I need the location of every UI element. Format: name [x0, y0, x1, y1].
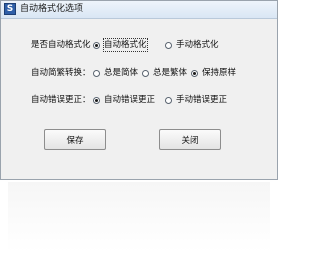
radio-label: 自动错误更正 [104, 95, 156, 105]
radio-manual-correct[interactable]: 手动错误更正 [165, 94, 227, 106]
radio-always-traditional[interactable]: 总是繁体 [142, 67, 187, 79]
label-auto-format: 是否自动格式化 [31, 40, 91, 50]
radio-label: 手动错误更正 [176, 95, 228, 105]
radio-manual-format[interactable]: 手动格式化 [165, 39, 219, 51]
radio-circle [93, 96, 100, 104]
radio-auto-format[interactable]: 自动格式化 [93, 38, 148, 52]
window-title: 自动格式化选项 [20, 4, 84, 14]
radio-label: 手动格式化 [176, 40, 219, 50]
label-auto-correct: 自动错误更正： [31, 95, 91, 105]
close-button[interactable]: 关闭 [159, 129, 221, 150]
radio-circle [142, 69, 149, 77]
radio-auto-correct[interactable]: 自动错误更正 [93, 94, 155, 106]
radio-label: 自动格式化 [103, 38, 148, 52]
title-bar[interactable]: S 自动格式化选项 [1, 1, 277, 19]
label-simp-trad-convert: 自动简繁转换： [31, 68, 91, 78]
radio-circle [93, 69, 100, 77]
window-reflection [8, 182, 270, 252]
radio-label: 总是繁体 [153, 68, 188, 78]
radio-circle [93, 41, 100, 49]
radio-circle [165, 96, 172, 104]
radio-keep-original[interactable]: 保持原样 [191, 67, 236, 79]
radio-label: 总是简体 [104, 68, 139, 78]
save-button[interactable]: 保存 [44, 129, 106, 150]
radio-label: 保持原样 [202, 68, 237, 78]
radio-circle [165, 41, 172, 49]
app-icon: S [4, 3, 16, 15]
radio-circle [191, 69, 198, 77]
radio-always-simplified[interactable]: 总是简体 [93, 67, 138, 79]
dialog-window: S 自动格式化选项 是否自动格式化 自动格式化 手动格式化 自动简繁转换： 总是… [0, 0, 278, 180]
